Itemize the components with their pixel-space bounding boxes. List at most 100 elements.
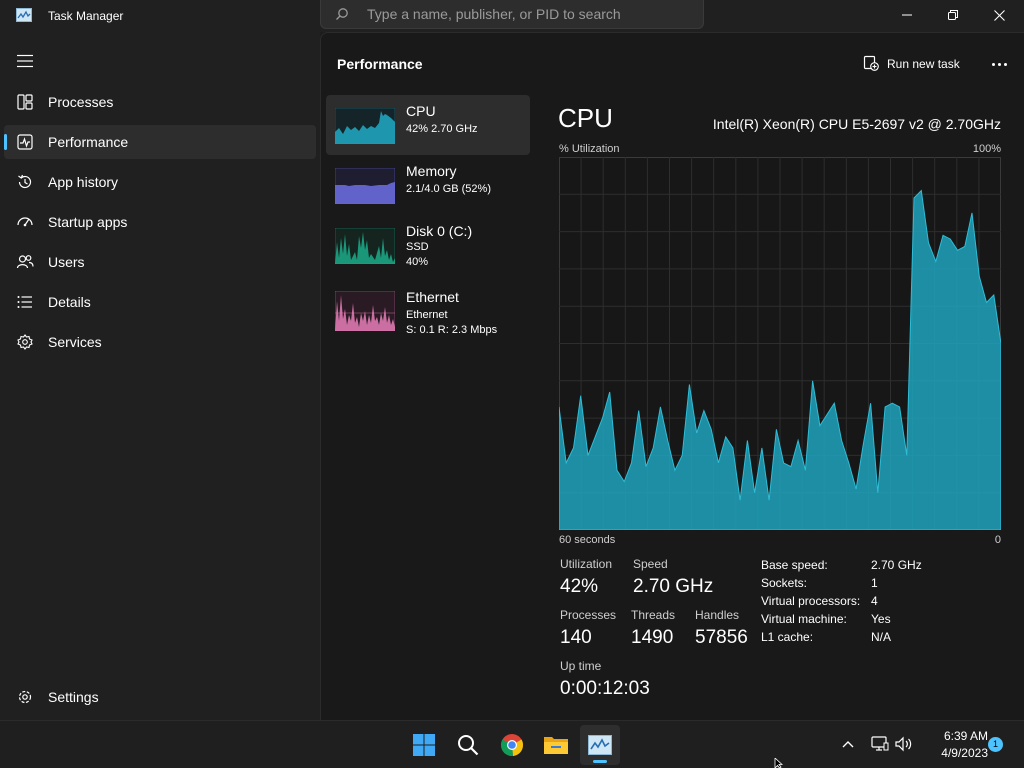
processes-icon	[17, 94, 33, 110]
time-axis-label: 60 seconds	[559, 534, 616, 546]
speed-stat: Speed 2.70 GHz	[633, 557, 713, 598]
processes-stat: Processes 140	[560, 608, 616, 649]
more-options-dot	[997, 62, 1001, 66]
more-options-dot	[1003, 62, 1007, 66]
run-new-task-label: Run new task	[887, 57, 960, 71]
window-title: Task Manager	[48, 9, 124, 23]
sidebar-item-label: Users	[48, 254, 85, 270]
cpu-utilization-graph	[559, 157, 1001, 530]
stat-label: Up time	[560, 659, 602, 673]
search-box[interactable]	[320, 0, 704, 29]
spec-key: Sockets:	[761, 576, 808, 590]
resource-name: Ethernet	[406, 289, 459, 305]
sidebar-item-startup-apps[interactable]: Startup apps	[4, 205, 316, 239]
resource-item-cpu[interactable]: CPU 42% 2.70 GHz	[326, 95, 530, 155]
start-button[interactable]	[404, 725, 444, 765]
stat-value: 2.70 GHz	[633, 576, 714, 597]
resource-item-disk[interactable]: Disk 0 (C:) SSD 40%	[326, 215, 530, 275]
task-manager-icon	[588, 735, 612, 755]
resource-detail: 40%	[406, 256, 429, 268]
spec-key: Virtual processors:	[761, 594, 861, 608]
taskbar: 6:39 AM 4/9/2023 1	[0, 720, 1024, 768]
details-icon	[17, 296, 32, 308]
network-tray-button[interactable]	[870, 734, 890, 754]
history-icon	[18, 174, 32, 189]
file-explorer-button[interactable]	[536, 725, 576, 765]
spec-value: 1	[871, 576, 878, 590]
spec-key: Virtual machine:	[761, 612, 847, 626]
resource-name: Memory	[406, 163, 457, 179]
task-manager-taskbar-button[interactable]	[580, 725, 620, 765]
chrome-icon	[500, 734, 524, 757]
handles-stat: Handles 57856	[695, 608, 748, 649]
resource-item-ethernet[interactable]: Ethernet Ethernet S: 0.1 R: 2.3 Mbps	[326, 281, 530, 341]
restore-icon	[948, 10, 958, 20]
more-options-button[interactable]	[985, 53, 1013, 75]
maximize-button[interactable]	[930, 0, 976, 30]
start-icon	[413, 734, 435, 756]
more-options-dot	[991, 62, 995, 66]
sidebar: Processes Performance App history Startu…	[0, 32, 320, 720]
detail-title: CPU	[558, 103, 613, 133]
clock-time: 6:39 AM	[943, 729, 988, 743]
sidebar-item-details[interactable]: Details	[4, 285, 316, 319]
minimize-button[interactable]	[884, 0, 930, 30]
run-task-icon	[863, 55, 879, 71]
stat-label: Processes	[560, 608, 617, 622]
resource-detail: 42% 2.70 GHz	[406, 123, 478, 135]
resource-detail: Ethernet	[406, 309, 448, 321]
stat-value: 0:00:12:03	[560, 678, 650, 699]
spec-key: L1 cache:	[761, 630, 814, 644]
page-header: Performance Run new task	[321, 33, 1024, 91]
ethernet-thumbnail	[335, 291, 395, 331]
sidebar-item-app-history[interactable]: App history	[4, 165, 316, 199]
settings-label: Settings	[48, 689, 99, 705]
uptime-stat: Up time 0:00:12:03	[560, 659, 650, 700]
show-hidden-icons-button[interactable]	[838, 734, 858, 754]
sidebar-item-label: App history	[48, 174, 119, 190]
search-icon	[336, 8, 348, 20]
mouse-cursor-icon	[774, 758, 784, 768]
notification-badge[interactable]: 1	[988, 737, 1003, 752]
sidebar-item-users[interactable]: Users	[4, 245, 316, 279]
taskbar-search-button[interactable]	[448, 725, 488, 765]
cpu-model: Intel(R) Xeon(R) CPU E5-2697 v2 @ 2.70GH…	[712, 116, 1001, 132]
chrome-button[interactable]	[492, 725, 532, 765]
minimize-icon	[902, 14, 912, 16]
run-new-task-button[interactable]: Run new task	[857, 53, 967, 75]
sidebar-item-settings[interactable]: Settings	[4, 680, 316, 714]
max-axis-label: 100%	[972, 143, 1001, 155]
stat-value: 1490	[631, 627, 674, 648]
resource-name: Disk 0 (C:)	[406, 223, 473, 239]
resource-detail: SSD	[406, 241, 429, 253]
cpu-thumbnail	[335, 108, 395, 144]
sidebar-item-processes[interactable]: Processes	[4, 85, 316, 119]
startup-icon	[17, 217, 33, 227]
spec-key: Base speed:	[761, 558, 828, 572]
sidebar-item-label: Processes	[48, 94, 114, 110]
zero-axis-label: 0	[994, 534, 1001, 546]
hamburger-menu-icon[interactable]	[16, 54, 34, 68]
stat-value: 140	[560, 627, 592, 648]
resource-detail: 2.1/4.0 GB (52%)	[406, 183, 491, 195]
search-icon	[458, 735, 479, 756]
volume-icon	[895, 736, 912, 752]
page-title: Performance	[337, 56, 423, 72]
memory-thumbnail	[335, 168, 395, 204]
clock-date: 4/9/2023	[941, 746, 988, 760]
search-input[interactable]	[367, 6, 687, 22]
stat-label: Utilization	[560, 557, 613, 571]
file-explorer-icon	[544, 737, 568, 754]
taskbar-clock[interactable]: 6:39 AM 4/9/2023	[918, 729, 988, 760]
volume-tray-button[interactable]	[894, 734, 914, 754]
sidebar-item-services[interactable]: Services	[4, 325, 316, 359]
stat-label: Speed	[633, 557, 668, 571]
sidebar-item-performance[interactable]: Performance	[4, 125, 316, 159]
close-icon	[993, 9, 1005, 21]
stat-value: 57856	[695, 627, 748, 648]
close-button[interactable]	[976, 0, 1022, 30]
resource-item-memory[interactable]: Memory 2.1/4.0 GB (52%)	[326, 155, 530, 215]
network-icon	[871, 736, 889, 751]
stat-label: Handles	[695, 608, 740, 622]
resource-name: CPU	[406, 103, 436, 119]
